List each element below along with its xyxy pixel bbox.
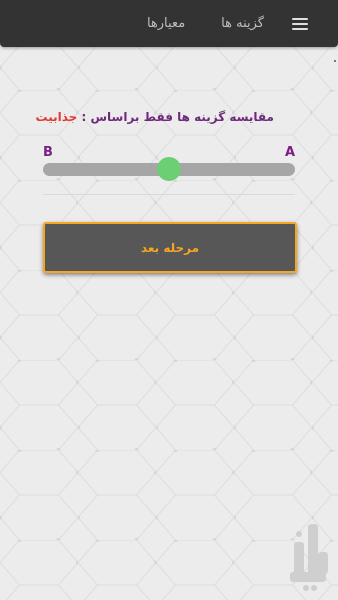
hexagon-background-pattern (0, 0, 338, 600)
next-step-button[interactable]: مرحله بعد (43, 222, 297, 273)
divider (43, 194, 295, 195)
overflow-dot (334, 60, 336, 62)
comparison-prompt-text: مقایسه گزینه ها فقط براساس : (77, 110, 274, 124)
slider-right-label: A (285, 145, 296, 160)
tab-options[interactable]: گزینه ها (221, 16, 264, 31)
hamburger-menu-icon[interactable] (292, 17, 308, 31)
preference-slider-thumb[interactable] (157, 157, 181, 181)
bazaar-watermark-logo (290, 524, 328, 591)
criterion-name: جذابیت (35, 110, 78, 124)
slider-left-label: B (43, 145, 53, 160)
tab-criteria[interactable]: معیارها (147, 16, 185, 31)
comparison-prompt: مقایسه گزینه ها فقط براساس : جذابیت (36, 110, 275, 124)
top-app-bar: معیارها گزینه ها (0, 0, 338, 47)
